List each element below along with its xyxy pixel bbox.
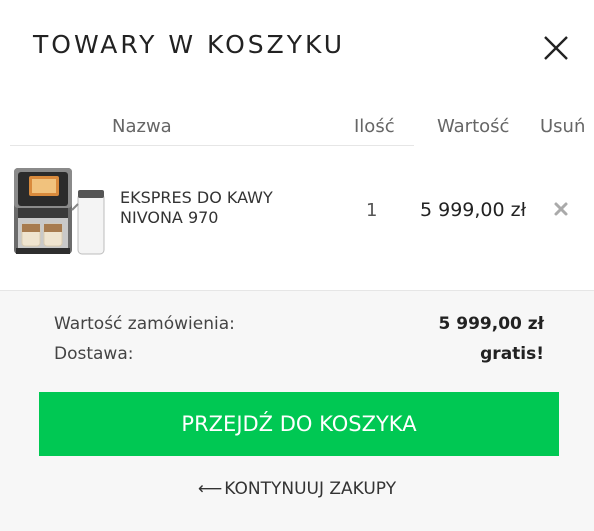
close-button[interactable] — [541, 33, 571, 63]
delivery-label: Dostawa: — [54, 344, 134, 364]
cart-item-row: EKSPRES DO KAWY NIVONA 970 1 5 999,00 zł — [0, 146, 594, 289]
product-name[interactable]: EKSPRES DO KAWY NIVONA 970 — [120, 188, 320, 228]
continue-shopping-label: KONTYNUUJ ZAKUPY — [224, 479, 397, 499]
close-icon — [544, 36, 568, 60]
cart-panel: TOWARY W KOSZYKU Nazwa Ilość Wartość Usu… — [0, 0, 594, 531]
arrow-left-icon: ⟵ — [197, 479, 223, 499]
column-header-value: Wartość — [437, 116, 510, 137]
product-quantity: 1 — [366, 200, 378, 221]
column-header-name: Nazwa — [112, 116, 172, 137]
column-header-quantity: Ilość — [354, 116, 395, 137]
remove-icon — [554, 202, 568, 216]
remove-item-button[interactable] — [553, 201, 569, 217]
go-to-cart-button[interactable]: PRZEJDŹ DO KOSZYKA — [39, 392, 559, 456]
order-value-label: Wartość zamówienia: — [54, 314, 235, 334]
delivery-value: gratis! — [480, 344, 544, 364]
table-header: Nazwa Ilość Wartość Usuń — [0, 116, 594, 137]
cart-title: TOWARY W KOSZYKU — [33, 30, 346, 59]
product-image[interactable] — [12, 164, 108, 260]
column-header-remove: Usuń — [540, 116, 586, 137]
continue-shopping-link[interactable]: ⟵ KONTYNUUJ ZAKUPY — [0, 479, 594, 499]
product-price: 5 999,00 zł — [420, 199, 527, 221]
order-value: 5 999,00 zł — [438, 314, 544, 334]
coffee-machine-image — [14, 168, 105, 255]
order-summary: Wartość zamówienia: 5 999,00 zł Dostawa:… — [0, 290, 594, 531]
